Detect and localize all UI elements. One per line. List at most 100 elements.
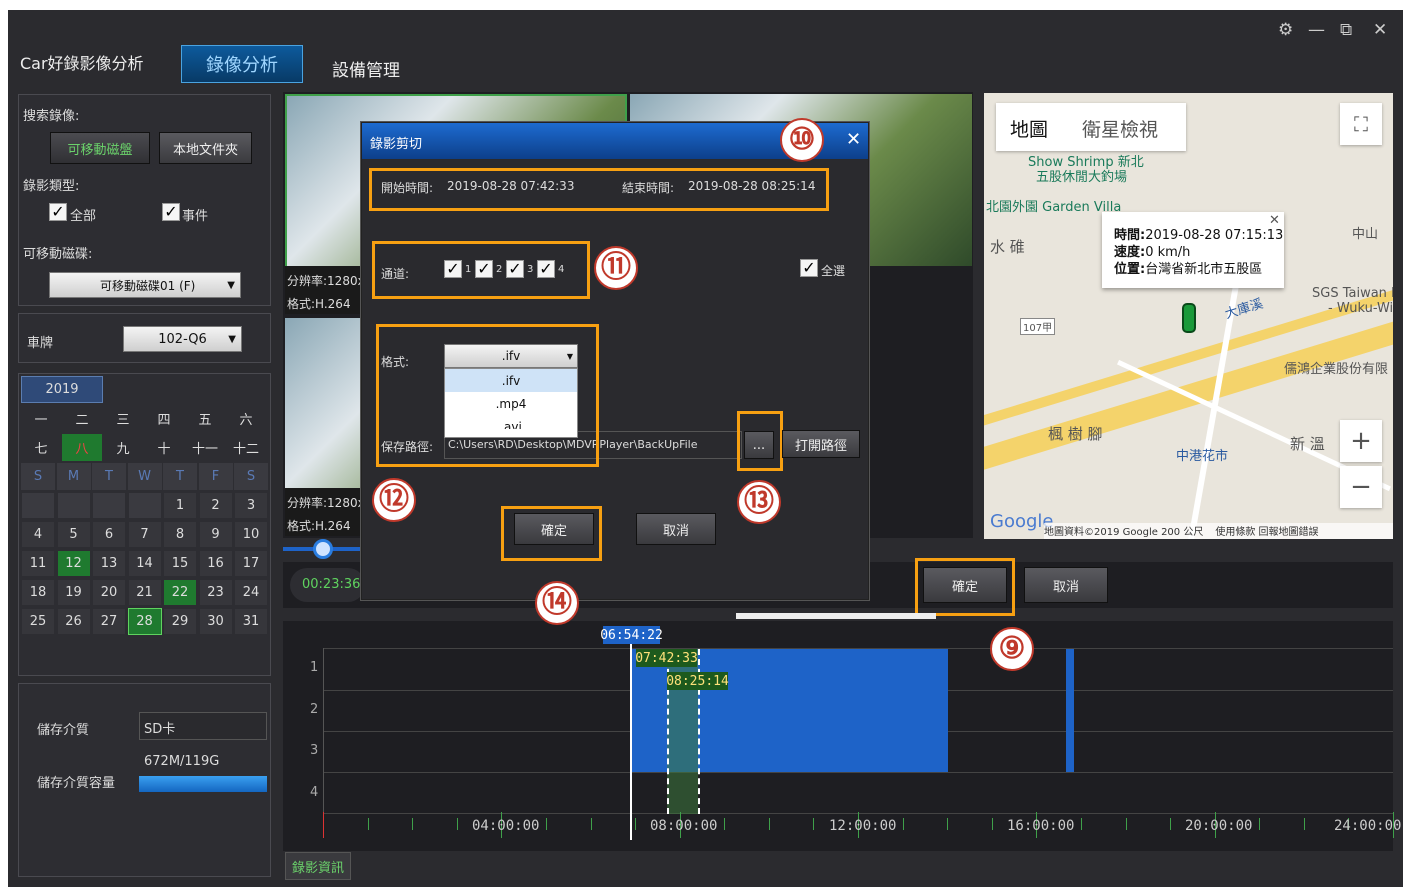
close-icon[interactable]: ✕ xyxy=(1373,20,1387,40)
chevron-down-icon: ▼ xyxy=(228,333,236,345)
capacity-bar xyxy=(139,776,267,792)
calendar-year[interactable]: 2019 xyxy=(21,376,103,403)
select-all-checkbox[interactable]: ✓ xyxy=(800,259,818,277)
calendar-day[interactable]: 30 xyxy=(198,608,233,635)
calendar-month[interactable]: 二 xyxy=(62,405,102,432)
calendar-day[interactable]: 3 xyxy=(234,492,268,519)
type-all-checkbox[interactable]: ✓ xyxy=(49,203,67,221)
calendar-day[interactable]: 11 xyxy=(21,550,55,577)
calendar-weekday[interactable]: S xyxy=(234,463,268,490)
timeline-marker-line xyxy=(736,613,936,619)
calendar-day[interactable]: 23 xyxy=(198,579,233,606)
disk-select[interactable]: 可移動磁碟01 (F) ▼ xyxy=(49,272,241,298)
calendar-day[interactable]: 12 xyxy=(56,550,91,577)
playback-slider-handle[interactable] xyxy=(313,539,333,559)
tab-device-management[interactable]: 設備管理 xyxy=(332,56,400,81)
search-panel: 搜索錄像: 可移動磁盤 本地文件夾 錄影類型: ✓ 全部 ✓ 事件 可移動磁碟:… xyxy=(18,94,271,306)
dialog-close-icon[interactable]: ✕ xyxy=(846,129,861,150)
calendar-day[interactable]: 19 xyxy=(56,579,91,606)
calendar-day[interactable]: 28 xyxy=(127,608,162,635)
calendar-day[interactable]: 10 xyxy=(234,521,268,548)
calendar-weekday[interactable]: F xyxy=(198,463,233,490)
tab-satellite[interactable]: 衛星檢視 xyxy=(1082,115,1158,142)
calendar-day[interactable]: 31 xyxy=(234,608,268,635)
calendar-day[interactable]: 9 xyxy=(198,521,233,548)
calendar-weekday[interactable]: T xyxy=(163,463,197,490)
plate-select[interactable]: 102-Q6 ▼ xyxy=(123,326,242,352)
timeline-tick xyxy=(635,818,637,830)
calendar-month[interactable]: 三 xyxy=(103,405,143,432)
calendar-day[interactable]: 5 xyxy=(56,521,91,548)
calendar-month[interactable]: 八 xyxy=(62,434,102,461)
settings-icon[interactable]: ⚙ xyxy=(1278,20,1293,40)
calendar-month[interactable]: 七 xyxy=(21,434,61,461)
calendar-day[interactable] xyxy=(92,492,126,519)
calendar-day[interactable]: 18 xyxy=(21,579,55,606)
calendar-day[interactable]: 24 xyxy=(234,579,268,606)
calendar-day[interactable]: 16 xyxy=(198,550,233,577)
calendar-day[interactable]: 8 xyxy=(163,521,197,548)
tab-recording-info[interactable]: 錄影資訊 xyxy=(285,852,351,880)
dialog-cancel-button[interactable]: 取消 xyxy=(636,513,716,545)
fullscreen-icon[interactable]: ⛶ xyxy=(1340,103,1382,145)
cursor-line[interactable] xyxy=(630,640,632,840)
timeline-label: 16:00:00 xyxy=(1007,818,1075,834)
calendar-day[interactable] xyxy=(56,492,91,519)
zoom-in-button[interactable]: + xyxy=(1340,420,1382,462)
calendar-month[interactable]: 十二 xyxy=(226,434,266,461)
callout-box-12 xyxy=(376,324,599,467)
row-label-2: 2 xyxy=(310,702,319,717)
map-panel[interactable]: 地圖 衛星檢視 ⛶ Show Shrimp 新北 五股休閒大釣場 北園外園 Ga… xyxy=(984,93,1393,539)
calendar-month[interactable]: 四 xyxy=(144,405,184,432)
recording-segment[interactable] xyxy=(1066,649,1074,772)
clip-dialog: 錄影剪切 ✕ 開始時間: 2019-08-28 07:42:33 結束時間: 2… xyxy=(361,122,869,600)
format-label-2: 格式:H.264 xyxy=(287,519,351,533)
calendar-day[interactable]: 21 xyxy=(127,579,162,606)
calendar-month[interactable]: 九 xyxy=(103,434,143,461)
zoom-out-button[interactable]: − xyxy=(1340,466,1382,508)
calendar-month[interactable]: 十一 xyxy=(185,434,225,461)
calendar-weekday[interactable]: T xyxy=(92,463,126,490)
map-footer: 地圖資料©2019 Google 200 公尺 使用條款 回報地圖錯誤 xyxy=(1044,523,1393,539)
calendar-day[interactable]: 15 xyxy=(163,550,197,577)
calendar-day[interactable]: 4 xyxy=(21,521,55,548)
calendar-day[interactable]: 29 xyxy=(163,608,197,635)
calendar-weekday[interactable]: W xyxy=(127,463,162,490)
calendar-day[interactable]: 22 xyxy=(163,579,197,606)
timeline-tick xyxy=(768,818,770,830)
calendar-day[interactable] xyxy=(21,492,55,519)
calendar-day[interactable] xyxy=(127,492,162,519)
tab-map[interactable]: 地圖 xyxy=(1010,115,1048,142)
local-folder-button[interactable]: 本地文件夾 xyxy=(159,132,252,164)
select-all-label: 全選 xyxy=(821,264,846,278)
calendar-month[interactable]: 一 xyxy=(21,405,61,432)
calendar-day[interactable]: 25 xyxy=(21,608,55,635)
tab-video-analysis[interactable]: 錄像分析 xyxy=(181,45,303,83)
calendar-day[interactable]: 17 xyxy=(234,550,268,577)
calendar-weekday[interactable]: S xyxy=(21,463,55,490)
calendar-month[interactable]: 十 xyxy=(144,434,184,461)
removable-disk-button[interactable]: 可移動磁盤 xyxy=(50,132,150,164)
calendar-day[interactable]: 6 xyxy=(92,521,126,548)
calendar-day[interactable]: 14 xyxy=(127,550,162,577)
calendar-month[interactable]: 五 xyxy=(185,405,225,432)
calendar-day[interactable]: 20 xyxy=(92,579,126,606)
car-marker-icon[interactable] xyxy=(1182,303,1196,333)
calendar-day[interactable]: 2 xyxy=(198,492,233,519)
calendar-weekday[interactable]: M xyxy=(56,463,91,490)
timeline-tick xyxy=(947,818,949,830)
type-event-checkbox[interactable]: ✓ xyxy=(162,203,180,221)
minimize-icon[interactable]: — xyxy=(1308,20,1325,40)
calendar-day[interactable]: 13 xyxy=(92,550,126,577)
map-place: 107甲 xyxy=(1020,318,1056,335)
restore-icon[interactable]: ⧉ xyxy=(1340,20,1352,40)
timeline-tick xyxy=(456,818,458,830)
calendar-day[interactable]: 27 xyxy=(92,608,126,635)
calendar-day[interactable]: 1 xyxy=(163,492,197,519)
open-path-button[interactable]: 打開路徑 xyxy=(782,430,860,458)
timeline-cancel-button[interactable]: 取消 xyxy=(1024,567,1108,603)
calendar-day[interactable]: 26 xyxy=(56,608,91,635)
search-label: 搜索錄像: xyxy=(23,109,80,124)
calendar-day[interactable]: 7 xyxy=(127,521,162,548)
calendar-month[interactable]: 六 xyxy=(226,405,266,432)
